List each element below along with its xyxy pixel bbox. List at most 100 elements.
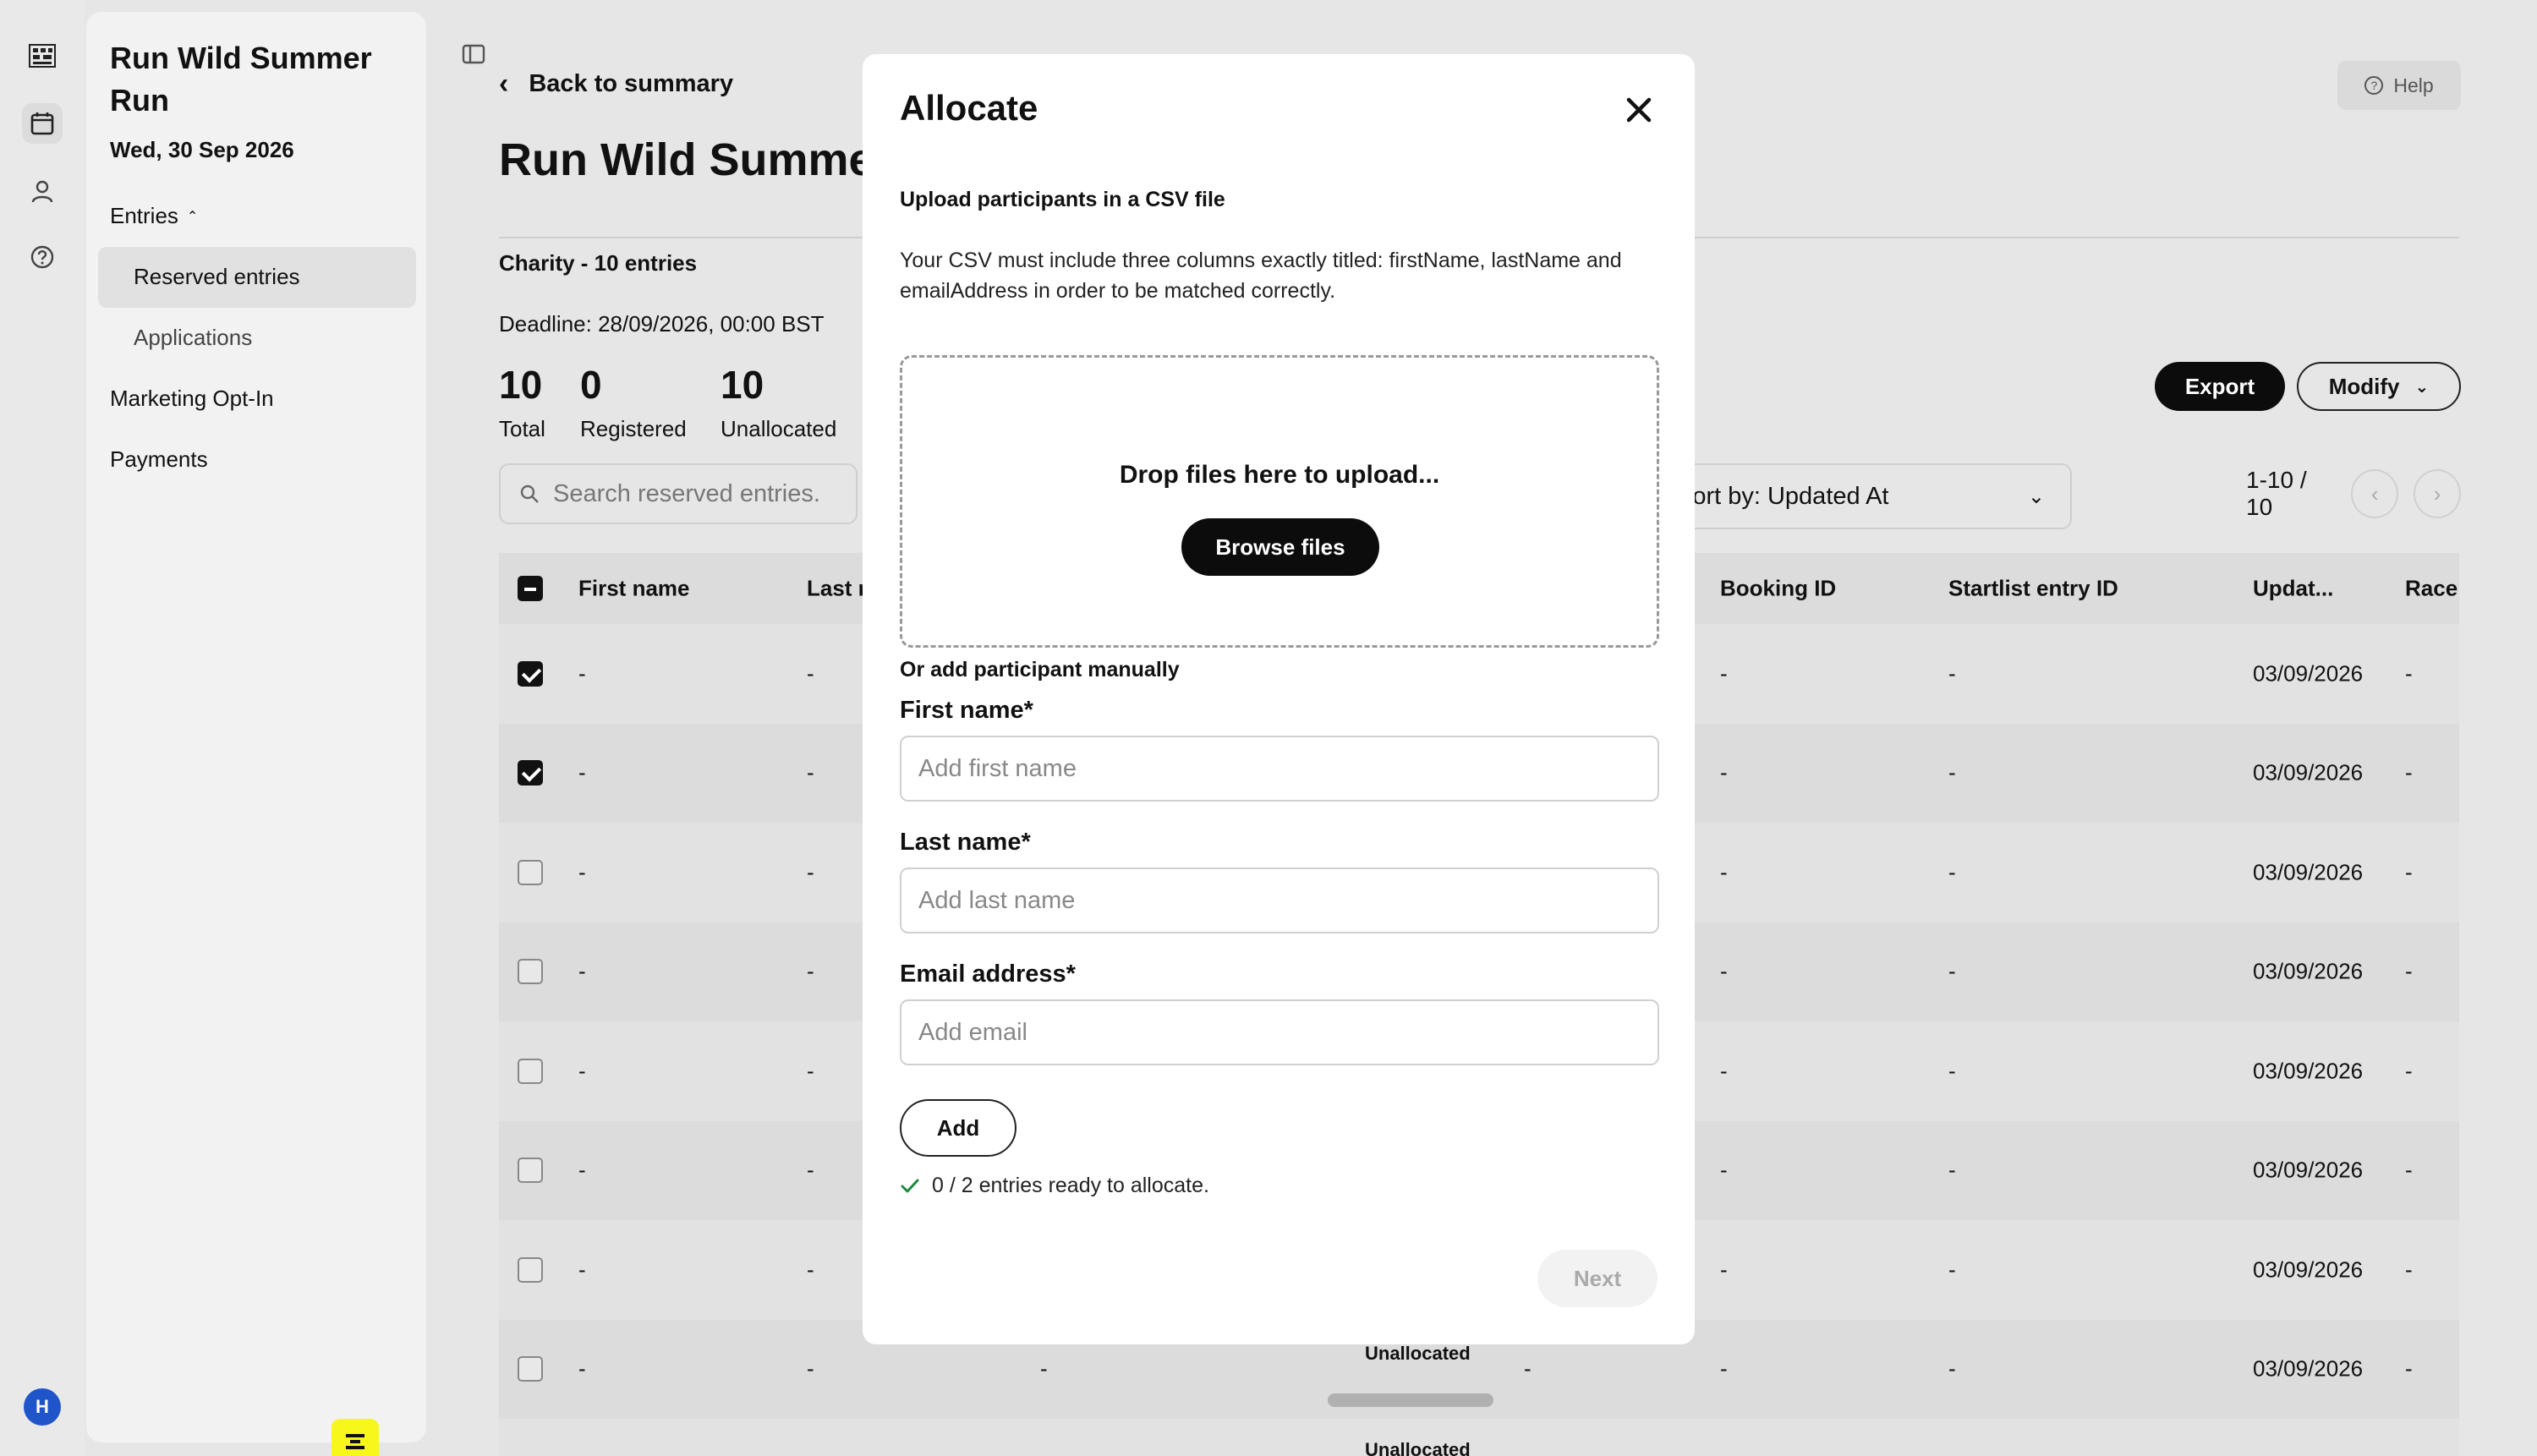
cell-booking-id: - <box>1720 660 1728 686</box>
modal-title: Allocate <box>900 88 1038 128</box>
cell-last-name: - <box>807 660 814 686</box>
cell-race: - <box>2405 958 2413 984</box>
sidebar-item-payments[interactable]: Payments <box>110 446 208 473</box>
first-name-placeholder: Add first name <box>918 754 1077 782</box>
manual-heading: Or add participant manually <box>900 658 1180 681</box>
chevron-left-icon: ‹ <box>499 68 509 100</box>
cell-updated: 03/09/2026 <box>2253 958 2364 984</box>
first-name-input[interactable]: Add first name <box>900 736 1659 802</box>
cell-race: - <box>2405 1157 2413 1183</box>
status-badge: Unallocated <box>1365 1342 1471 1364</box>
row-checkbox[interactable] <box>518 959 543 984</box>
help-button[interactable]: ? Help <box>2337 61 2461 110</box>
header-first-name[interactable]: First name <box>578 576 690 602</box>
ready-status: 0 / 2 entries ready to allocate. <box>900 1174 1209 1198</box>
cell-first-name: - <box>578 660 586 686</box>
cell-startlist-id: - <box>1948 1355 1956 1382</box>
sidebar-item-applications[interactable]: Applications <box>134 325 252 351</box>
cell-col3: - <box>1040 1355 1048 1382</box>
upload-heading: Upload participants in a CSV file <box>900 188 1225 211</box>
brand-badge[interactable] <box>332 1419 379 1456</box>
first-name-label: First name* <box>900 697 1033 724</box>
cell-startlist-id: - <box>1948 859 1956 884</box>
chevron-left-icon: ‹ <box>2370 480 2379 506</box>
row-checkbox[interactable] <box>518 1158 543 1183</box>
last-name-input[interactable]: Add last name <box>900 868 1659 933</box>
cell-first-name: - <box>578 958 586 984</box>
chevron-down-icon: ⌄ <box>2414 377 2430 397</box>
cell-booking-id: - <box>1720 1157 1728 1183</box>
logo-grid-icon <box>29 44 56 68</box>
row-checkbox[interactable] <box>518 1058 543 1084</box>
cell-startlist-id: - <box>1948 1157 1956 1183</box>
browse-files-button[interactable]: Browse files <box>1181 518 1379 576</box>
cell-col5: - <box>1524 1355 1532 1382</box>
header-booking-id[interactable]: Booking ID <box>1720 576 1836 602</box>
cell-startlist-id: - <box>1948 1256 1956 1282</box>
cell-race: - <box>2405 1256 2413 1282</box>
cell-booking-id: - <box>1720 859 1728 884</box>
next-page-button[interactable]: › <box>2414 469 2461 518</box>
file-dropzone[interactable]: Drop files here to upload... Browse file… <box>900 355 1659 648</box>
upload-description: Your CSV must include three columns exac… <box>900 249 1622 303</box>
sidebar-toggle-icon[interactable] <box>462 44 485 64</box>
sidebar-item-reserved-entries[interactable]: Reserved entries <box>134 264 300 290</box>
add-participant-button[interactable]: Add <box>900 1099 1016 1157</box>
row-checkbox[interactable] <box>518 859 543 885</box>
sidebar-item-entries[interactable]: Entries ⌃ <box>110 203 198 229</box>
cell-updated: 03/09/2026 <box>2253 1058 2364 1083</box>
stat-total: 10 Total <box>499 362 545 442</box>
cell-startlist-id: - <box>1948 1058 1956 1083</box>
row-checkbox[interactable] <box>518 1256 543 1283</box>
table-row[interactable]: Unallocated <box>499 1416 2459 1456</box>
cell-race: - <box>2405 1058 2413 1083</box>
cell-updated: 03/09/2026 <box>2253 1157 2364 1183</box>
cell-race: - <box>2405 1355 2413 1382</box>
calendar-nav[interactable] <box>22 103 63 144</box>
prev-page-button[interactable]: ‹ <box>2351 469 2399 518</box>
last-name-placeholder: Add last name <box>918 886 1076 914</box>
sort-select[interactable]: Sort by: Updated At ⌄ <box>1658 463 2072 529</box>
sidebar-item-marketing[interactable]: Marketing Opt-In <box>110 386 274 412</box>
search-input[interactable]: Search reserved entries. <box>499 463 858 524</box>
cell-last-name: - <box>807 759 814 785</box>
cell-booking-id: - <box>1720 958 1728 984</box>
stat-value: 0 <box>580 363 602 407</box>
stat-registered: 0 Registered <box>580 362 687 442</box>
row-checkbox[interactable] <box>518 660 543 687</box>
cell-last-name: - <box>807 1256 814 1282</box>
row-checkbox[interactable] <box>518 760 543 785</box>
help-label: Help <box>2393 74 2434 96</box>
help-nav[interactable] <box>22 237 63 277</box>
cell-first-name: - <box>578 859 586 884</box>
email-input[interactable]: Add email <box>900 999 1659 1065</box>
cell-updated: 03/09/2026 <box>2253 759 2364 785</box>
users-nav[interactable] <box>22 171 63 211</box>
back-to-summary-link[interactable]: ‹ Back to summary <box>499 68 733 101</box>
header-updated[interactable]: Updat... <box>2253 576 2333 602</box>
brand-logo-icon <box>346 1434 364 1449</box>
cell-first-name: - <box>578 759 586 785</box>
cell-race: - <box>2405 859 2413 884</box>
next-button[interactable]: Next <box>1537 1250 1658 1307</box>
app-logo-icon[interactable] <box>22 36 63 76</box>
header-race[interactable]: Race <box>2405 576 2458 602</box>
close-icon[interactable] <box>1620 91 1658 129</box>
horizontal-scrollbar[interactable] <box>1328 1393 1493 1407</box>
export-button[interactable]: Export <box>2155 362 2285 411</box>
header-startlist-id[interactable]: Startlist entry ID <box>1948 576 2118 602</box>
modify-label: Modify <box>2328 373 2400 399</box>
select-all-checkbox[interactable] <box>518 576 543 601</box>
search-placeholder: Search reserved entries. <box>553 479 820 507</box>
row-checkbox[interactable] <box>518 1356 543 1382</box>
cell-first-name: - <box>578 1256 586 1282</box>
cell-startlist-id: - <box>1948 660 1956 686</box>
chevron-right-icon: › <box>2433 480 2441 506</box>
modify-button[interactable]: Modify ⌄ <box>2297 362 2461 411</box>
stat-label: Unallocated <box>721 416 837 441</box>
help-circle-icon: ? <box>2364 76 2384 95</box>
calendar-icon <box>30 112 54 135</box>
stat-label: Registered <box>580 416 687 441</box>
user-avatar[interactable]: H <box>24 1388 61 1426</box>
sidebar-item-label: Entries <box>110 203 178 228</box>
